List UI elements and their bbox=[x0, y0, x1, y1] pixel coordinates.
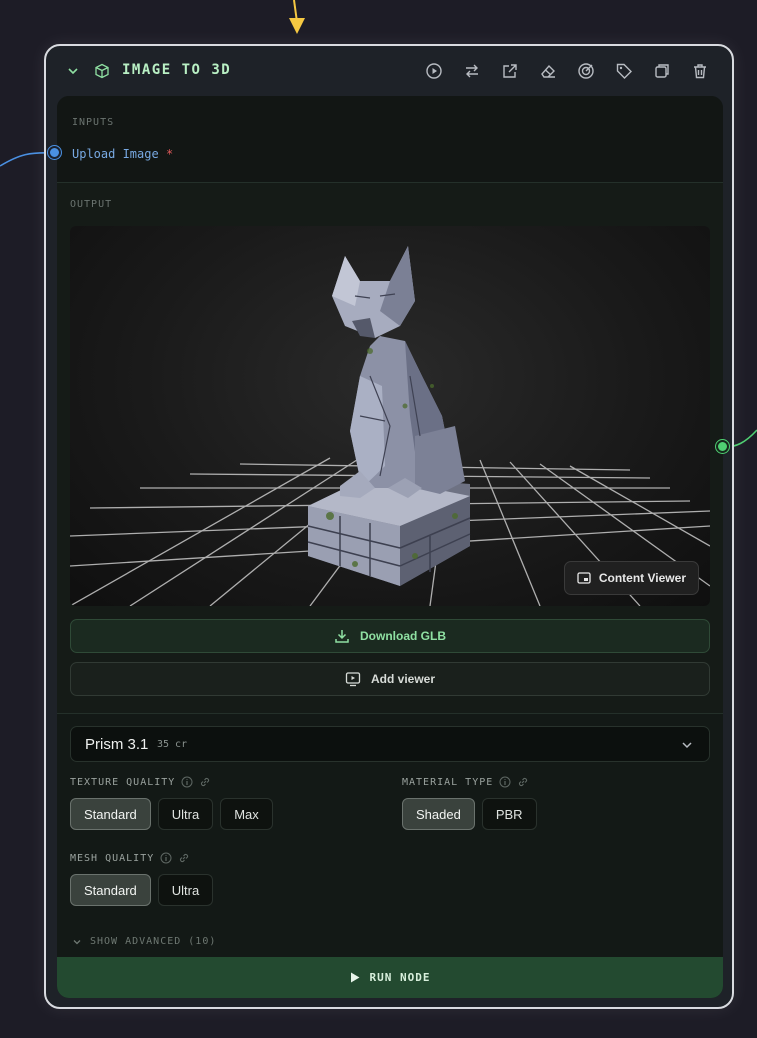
picture-in-picture-icon bbox=[577, 572, 591, 584]
3d-model-viewer[interactable]: Content Viewer bbox=[70, 226, 710, 606]
material-type-options: Shaded PBR bbox=[402, 798, 537, 830]
inputs-section-label: INPUTS bbox=[72, 117, 115, 128]
swap-icon[interactable] bbox=[462, 61, 482, 81]
duplicate-icon[interactable] bbox=[652, 61, 672, 81]
tag-icon[interactable] bbox=[614, 61, 634, 81]
link-icon[interactable] bbox=[199, 776, 211, 788]
model-name: Prism 3.1 bbox=[85, 736, 149, 753]
info-icon[interactable] bbox=[499, 776, 511, 788]
material-option-shaded[interactable]: Shaded bbox=[402, 798, 475, 830]
node-body: INPUTS Upload Image * OUTPUT Content Vie… bbox=[57, 96, 723, 998]
material-type-label-row: MATERIAL TYPE bbox=[402, 776, 529, 788]
input-port-upload-image[interactable] bbox=[48, 146, 61, 159]
texture-option-standard[interactable]: Standard bbox=[70, 798, 151, 830]
info-icon[interactable] bbox=[181, 776, 193, 788]
model-select[interactable]: Prism 3.1 35 cr bbox=[70, 726, 710, 762]
output-section: OUTPUT Content Viewer Download GLB Add v… bbox=[57, 183, 723, 713]
required-marker: * bbox=[165, 147, 174, 161]
texture-quality-label-row: TEXTURE QUALITY bbox=[70, 776, 211, 788]
mesh-option-standard[interactable]: Standard bbox=[70, 874, 151, 906]
output-section-label: OUTPUT bbox=[70, 199, 113, 210]
eraser-icon[interactable] bbox=[538, 61, 558, 81]
add-viewer-label: Add viewer bbox=[370, 672, 436, 686]
show-advanced-label: SHOW ADVANCED (10) bbox=[90, 936, 217, 947]
model-preview-image bbox=[70, 246, 710, 606]
content-viewer-label: Content Viewer bbox=[598, 571, 686, 585]
target-icon[interactable] bbox=[576, 61, 596, 81]
trash-icon[interactable] bbox=[690, 61, 710, 81]
image-to-3d-node[interactable]: IMAGE TO 3D INPUTS Upload Image * OUTPUT… bbox=[44, 44, 734, 1009]
texture-quality-label: TEXTURE QUALITY bbox=[70, 776, 176, 788]
show-advanced-toggle[interactable]: SHOW ADVANCED (10) bbox=[72, 936, 216, 947]
texture-quality-options: Standard Ultra Max bbox=[70, 798, 273, 830]
material-type-label: MATERIAL TYPE bbox=[402, 776, 494, 788]
output-port[interactable] bbox=[716, 440, 729, 453]
link-icon[interactable] bbox=[517, 776, 529, 788]
play-icon[interactable] bbox=[424, 61, 444, 81]
settings-section: Prism 3.1 35 cr TEXTURE QUALITY Standard… bbox=[57, 713, 723, 957]
chevron-down-icon bbox=[73, 939, 81, 944]
run-node-button[interactable]: RUN NODE bbox=[57, 957, 723, 998]
add-viewer-button[interactable]: Add viewer bbox=[70, 662, 710, 696]
material-option-pbr[interactable]: PBR bbox=[481, 798, 537, 830]
download-glb-label: Download GLB bbox=[360, 629, 446, 643]
pointer-arrow-icon bbox=[289, 0, 305, 34]
chevron-down-icon bbox=[682, 742, 692, 749]
node-header[interactable]: IMAGE TO 3D bbox=[46, 46, 732, 96]
upload-image-label: Upload Image bbox=[72, 147, 159, 161]
mesh-quality-label-row: MESH QUALITY bbox=[70, 852, 190, 864]
node-title: IMAGE TO 3D bbox=[122, 62, 232, 78]
download-glb-button[interactable]: Download GLB bbox=[70, 619, 710, 653]
collapse-chevron-icon[interactable] bbox=[66, 64, 80, 78]
mesh-option-ultra[interactable]: Ultra bbox=[157, 874, 214, 906]
info-icon[interactable] bbox=[160, 852, 172, 864]
model-cost: 35 cr bbox=[157, 739, 188, 750]
run-node-label: RUN NODE bbox=[369, 971, 431, 984]
inputs-section: INPUTS Upload Image * bbox=[57, 96, 723, 183]
external-link-icon[interactable] bbox=[500, 61, 520, 81]
texture-option-ultra[interactable]: Ultra bbox=[157, 798, 214, 830]
download-icon bbox=[335, 630, 349, 643]
content-viewer-button[interactable]: Content Viewer bbox=[563, 561, 699, 595]
mesh-quality-options: Standard Ultra bbox=[70, 874, 214, 906]
monitor-play-icon bbox=[345, 672, 361, 687]
mesh-quality-label: MESH QUALITY bbox=[70, 852, 155, 864]
upload-image-input[interactable]: Upload Image * bbox=[72, 147, 173, 161]
play-icon bbox=[350, 972, 359, 983]
texture-option-max[interactable]: Max bbox=[220, 798, 273, 830]
link-icon[interactable] bbox=[178, 852, 190, 864]
cube-icon bbox=[95, 63, 109, 79]
